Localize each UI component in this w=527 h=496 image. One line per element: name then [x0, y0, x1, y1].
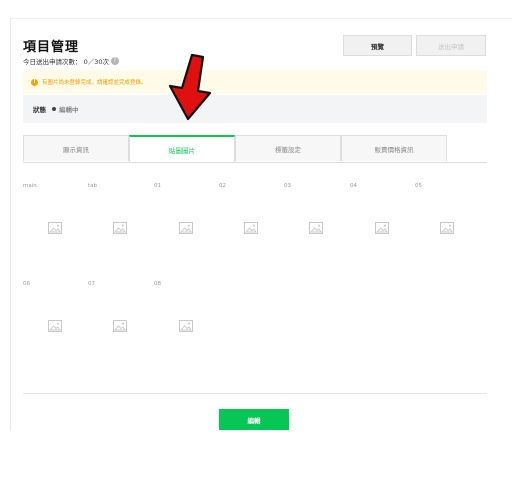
image-slot-label: tab	[88, 183, 98, 189]
image-placeholder-icon[interactable]	[113, 320, 127, 332]
image-slot-label: 02	[219, 183, 226, 189]
footer-divider	[23, 393, 487, 394]
submit-count: 今日送出申請次數： 0／30次 ?	[23, 56, 119, 66]
image-slot-label: 07	[88, 281, 95, 287]
status-value: 編輯中	[52, 104, 79, 114]
page-title: 項目管理	[23, 40, 80, 55]
image-slot-label: main	[23, 183, 37, 189]
edit-button[interactable]: 編輯	[219, 409, 289, 430]
status-dot-icon	[52, 107, 56, 111]
warning-text: 有圖片尚未登錄完成，請確認並完成登錄。	[42, 80, 147, 86]
tab-price-info[interactable]: 販賣價格資訊	[341, 135, 447, 161]
image-placeholder-icon[interactable]	[309, 222, 323, 234]
image-placeholder-icon[interactable]	[48, 320, 62, 332]
tab-bar: 顯示資訊 貼圖圖片 標籤設定 販賣價格資訊	[23, 135, 487, 163]
preview-button[interactable]: 預覽	[343, 35, 412, 56]
image-placeholder-icon[interactable]	[440, 222, 454, 234]
image-slot-label: 04	[350, 183, 357, 189]
image-slot-label: 08	[154, 281, 161, 287]
red-arrow-icon	[168, 53, 212, 121]
image-placeholder-icon[interactable]	[179, 222, 193, 234]
image-slot-label: 01	[154, 183, 161, 189]
image-slot-label: 06	[23, 281, 30, 287]
image-slot-label: 03	[284, 183, 291, 189]
tab-tag-settings[interactable]: 標籤設定	[235, 135, 341, 161]
warning-icon: !	[31, 78, 38, 86]
warning-banner: ! 有圖片尚未登錄完成，請確認並完成登錄。	[23, 70, 487, 94]
image-placeholder-icon[interactable]	[48, 222, 62, 234]
help-icon[interactable]: ?	[110, 57, 119, 65]
tab-sticker-images[interactable]: 貼圖圖片	[129, 135, 235, 162]
image-placeholder-icon[interactable]	[375, 222, 389, 234]
status-bar: 狀態 編輯中	[23, 95, 487, 123]
submit-request-button[interactable]: 送出申請	[416, 35, 486, 56]
submit-count-text: 今日送出申請次數： 0／30次	[23, 58, 109, 66]
image-placeholder-icon[interactable]	[244, 222, 258, 234]
image-placeholder-icon[interactable]	[113, 222, 127, 234]
status-value-text: 編輯中	[59, 106, 79, 114]
image-slot-label: 05	[415, 183, 422, 189]
status-label: 狀態	[33, 106, 46, 114]
tab-display-info[interactable]: 顯示資訊	[23, 135, 129, 161]
image-placeholder-icon[interactable]	[179, 320, 193, 332]
